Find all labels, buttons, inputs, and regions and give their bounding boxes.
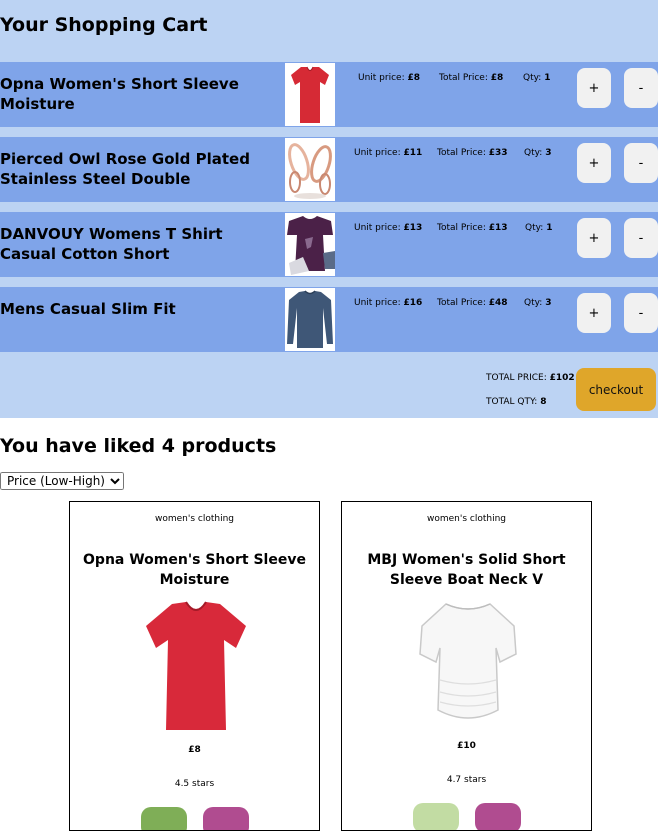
add-to-cart-button[interactable] bbox=[413, 803, 459, 830]
decrease-quantity-button[interactable]: - bbox=[624, 68, 658, 108]
red-tshirt-image bbox=[140, 600, 252, 738]
red-tshirt-image bbox=[285, 63, 335, 126]
decrease-quantity-button[interactable]: - bbox=[624, 218, 658, 258]
decrease-quantity-button[interactable]: - bbox=[624, 143, 658, 183]
cart-item: Mens Casual Slim Fit Unit price: £16 Tot… bbox=[0, 287, 658, 352]
cart-total-price: TOTAL PRICE: £102 bbox=[486, 373, 575, 383]
white-tshirt-image bbox=[416, 600, 520, 734]
product-card: women's clothing MBJ Women's Solid Short… bbox=[341, 501, 592, 831]
unlike-button[interactable] bbox=[475, 803, 521, 830]
unlike-button[interactable] bbox=[203, 807, 249, 830]
product-rating: 4.7 stars bbox=[446, 775, 487, 785]
product-rating: 4.5 stars bbox=[174, 779, 215, 789]
total-price: Total Price: £48 bbox=[437, 298, 508, 308]
cart-item-name: Opna Women's Short Sleeve Moisture bbox=[0, 75, 239, 113]
cart-item: Pierced Owl Rose Gold Plated Stainless S… bbox=[0, 137, 658, 202]
shopping-cart: Your Shopping Cart Opna Women's Short Sl… bbox=[0, 0, 658, 418]
unit-price: Unit price: £16 bbox=[354, 298, 423, 308]
cart-item-name: Mens Casual Slim Fit bbox=[0, 300, 176, 318]
purple-tshirt-image bbox=[285, 213, 335, 276]
cart-item: Opna Women's Short Sleeve Moisture Unit … bbox=[0, 62, 658, 127]
sort-select[interactable]: Price (Low-High) bbox=[0, 472, 124, 490]
add-to-cart-button[interactable] bbox=[141, 807, 187, 830]
cart-item: DANVOUY Womens T Shirt Casual Cotton Sho… bbox=[0, 212, 658, 277]
quantity: Qty: 1 bbox=[523, 73, 551, 83]
product-price: £10 bbox=[457, 741, 476, 751]
product-name: MBJ Women's Solid Short Sleeve Boat Neck… bbox=[367, 552, 566, 588]
increase-quantity-button[interactable]: + bbox=[577, 68, 611, 108]
quantity: Qty: 3 bbox=[524, 298, 552, 308]
checkout-button[interactable]: checkout bbox=[576, 368, 656, 411]
cart-item-name: Pierced Owl Rose Gold Plated Stainless S… bbox=[0, 150, 250, 188]
increase-quantity-button[interactable]: + bbox=[577, 293, 611, 333]
decrease-quantity-button[interactable]: - bbox=[624, 293, 658, 333]
unit-price: Unit price: £11 bbox=[354, 148, 423, 158]
cart-item-name: DANVOUY Womens T Shirt Casual Cotton Sho… bbox=[0, 225, 223, 263]
increase-quantity-button[interactable]: + bbox=[577, 218, 611, 258]
unit-price: Unit price: £13 bbox=[354, 223, 423, 233]
quantity: Qty: 1 bbox=[525, 223, 553, 233]
rose-gold-earrings-image bbox=[285, 138, 335, 201]
product-category: women's clothing bbox=[426, 514, 506, 524]
product-name: Opna Women's Short Sleeve Moisture bbox=[83, 552, 306, 588]
product-card: women's clothing Opna Women's Short Slee… bbox=[69, 501, 320, 831]
cart-title: Your Shopping Cart bbox=[0, 14, 208, 36]
quantity: Qty: 3 bbox=[524, 148, 552, 158]
unit-price: Unit price: £8 bbox=[358, 73, 421, 83]
total-price: Total Price: £8 bbox=[439, 73, 504, 83]
product-price: £8 bbox=[188, 745, 201, 755]
total-price: Total Price: £33 bbox=[437, 148, 508, 158]
liked-products-title: You have liked 4 products bbox=[0, 435, 277, 457]
total-price: Total Price: £13 bbox=[437, 223, 508, 233]
product-category: women's clothing bbox=[154, 514, 234, 524]
cart-total-qty: TOTAL QTY: 8 bbox=[486, 397, 547, 407]
navy-longsleeve-image bbox=[285, 288, 335, 351]
increase-quantity-button[interactable]: + bbox=[577, 143, 611, 183]
